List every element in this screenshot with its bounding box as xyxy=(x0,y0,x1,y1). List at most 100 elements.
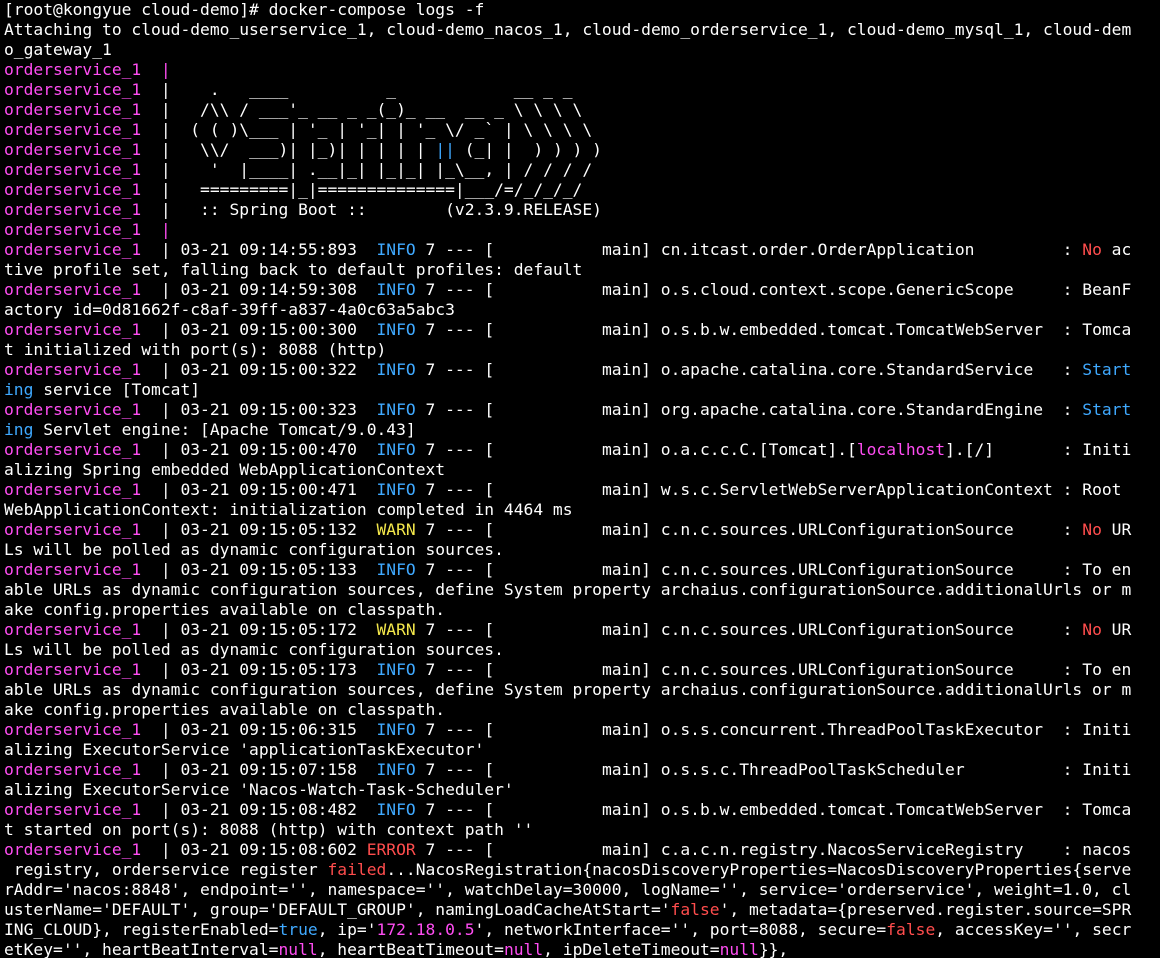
terminal-line: orderservice_1 | 03-21 09:15:00:323 INFO… xyxy=(4,400,1160,420)
terminal-text-segment: etKey='', heartBeatInterval= xyxy=(4,940,279,958)
terminal-text-segment: orderservice_1 xyxy=(4,480,161,499)
terminal-line: etKey='', heartBeatInterval=null, heartB… xyxy=(4,940,1160,958)
terminal-line: orderservice_1 | 03-21 09:15:05:172 WARN… xyxy=(4,620,1160,640)
terminal-text-segment: | 03-21 09:14:55:893 xyxy=(160,240,377,259)
terminal-text-segment: [root@kongyue cloud-demo]# docker-compos… xyxy=(4,0,485,19)
terminal-text-segment: ERROR xyxy=(366,840,416,859)
terminal-text-segment: | \\/ ___)| |_)| | | | | xyxy=(160,140,436,159)
terminal-text-segment: , accessKey='', secr xyxy=(935,920,1132,939)
terminal-output[interactable]: [root@kongyue cloud-demo]# docker-compos… xyxy=(0,0,1160,958)
terminal-text-segment: 172.18.0.5 xyxy=(376,920,475,939)
terminal-text-segment: able URLs as dynamic configuration sourc… xyxy=(4,680,1132,699)
terminal-text-segment: | 03-21 09:15:05:173 xyxy=(160,660,377,679)
terminal-text-segment: , ip=' xyxy=(317,920,377,939)
terminal-text-segment: ].[/] : Initi xyxy=(945,440,1132,459)
terminal-line: orderservice_1 | 03-21 09:15:00:300 INFO… xyxy=(4,320,1160,340)
terminal-text-segment: | ( ( )\___ | '_ | '_| | '_ \/ _` | \ \ … xyxy=(160,120,593,139)
terminal-line: orderservice_1 | ' |____| .__|_| |_|_| |… xyxy=(4,160,1160,180)
terminal-text-segment: able URLs as dynamic configuration sourc… xyxy=(4,580,1132,599)
terminal-text-segment: | 03-21 09:15:00:322 xyxy=(160,360,377,379)
terminal-text-segment: orderservice_1 xyxy=(4,280,161,299)
terminal-text-segment: ake config.properties available on class… xyxy=(4,700,446,719)
terminal-text-segment: No xyxy=(1082,620,1102,639)
terminal-text-segment: 7 --- [ main] cn.itcast.order.OrderAppli… xyxy=(415,240,1083,259)
terminal-line: orderservice_1 | 03-21 09:15:05:132 WARN… xyxy=(4,520,1160,540)
terminal-text-segment: orderservice_1 xyxy=(4,620,161,639)
terminal-text-segment: 7 --- [ main] c.n.c.sources.URLConfigura… xyxy=(415,520,1083,539)
terminal-line: tive profile set, falling back to defaul… xyxy=(4,260,1160,280)
terminal-text-segment: | ' |____| .__|_| |_|_| |_\__, | / / / / xyxy=(160,160,593,179)
terminal-text-segment: Start xyxy=(1082,400,1132,419)
terminal-text-segment: 7 --- [ main] o.s.s.concurrent.ThreadPoo… xyxy=(415,720,1132,739)
terminal-text-segment: | :: Spring Boot :: (v2.3.9.RELEASE) xyxy=(160,200,602,219)
terminal-text-segment: INFO xyxy=(376,240,416,259)
terminal-line: orderservice_1 | 03-21 09:15:06:315 INFO… xyxy=(4,720,1160,740)
terminal-text-segment: false xyxy=(670,900,720,919)
terminal-text-segment: orderservice_1 xyxy=(4,520,161,539)
terminal-text-segment: orderservice_1 xyxy=(4,360,161,379)
terminal-line: able URLs as dynamic configuration sourc… xyxy=(4,680,1160,700)
terminal-text-segment: WARN xyxy=(376,620,416,639)
terminal-text-segment: orderservice_1 xyxy=(4,80,161,99)
terminal-text-segment: Start xyxy=(1082,360,1132,379)
terminal-text-segment: | 03-21 09:15:00:323 xyxy=(160,400,377,419)
terminal-line: usterName='DEFAULT', group='DEFAULT_GROU… xyxy=(4,900,1160,920)
terminal-text-segment: UR xyxy=(1101,620,1132,639)
terminal-text-segment: INFO xyxy=(376,800,416,819)
terminal-text-segment: Ls will be polled as dynamic configurati… xyxy=(4,540,504,559)
terminal-line: able URLs as dynamic configuration sourc… xyxy=(4,580,1160,600)
terminal-line: orderservice_1 | 03-21 09:14:59:308 INFO… xyxy=(4,280,1160,300)
terminal-text-segment: 7 --- [ main] o.s.b.w.embedded.tomcat.To… xyxy=(415,800,1132,819)
terminal-line: orderservice_1 | 03-21 09:15:08:482 INFO… xyxy=(4,800,1160,820)
terminal-text-segment: | . ____ _ __ _ _ xyxy=(160,80,573,99)
terminal-text-segment: actory id=0d81662f-c8af-39ff-a837-4a0c63… xyxy=(4,300,455,319)
terminal-line: rAddr='nacos:8848', endpoint='', namespa… xyxy=(4,880,1160,900)
terminal-text-segment: service [Tomcat] xyxy=(33,380,201,399)
terminal-text-segment: orderservice_1 xyxy=(4,160,161,179)
terminal-text-segment: WARN xyxy=(376,520,416,539)
terminal-line: t initialized with port(s): 8088 (http) xyxy=(4,340,1160,360)
terminal-text-segment: || xyxy=(435,140,455,159)
terminal-text-segment: o_gateway_1 xyxy=(4,40,112,59)
terminal-line: orderservice_1 | 03-21 09:15:00:471 INFO… xyxy=(4,480,1160,500)
terminal-text-segment: 7 --- [ main] o.s.cloud.context.scope.Ge… xyxy=(415,280,1132,299)
terminal-line: [root@kongyue cloud-demo]# docker-compos… xyxy=(4,0,1160,20)
terminal-text-segment: | 03-21 09:15:07:158 xyxy=(160,760,377,779)
terminal-text-segment: ing xyxy=(4,420,34,439)
terminal-text-segment: 7 --- [ main] c.n.c.sources.URLConfigura… xyxy=(415,660,1132,679)
terminal-line: Ls will be polled as dynamic configurati… xyxy=(4,540,1160,560)
terminal-text-segment: INFO xyxy=(376,660,416,679)
terminal-text-segment: No xyxy=(1082,520,1102,539)
terminal-line: orderservice_1 | xyxy=(4,60,1160,80)
terminal-text-segment: orderservice_1 xyxy=(4,100,161,119)
terminal-text-segment: | 03-21 09:15:05:133 xyxy=(160,560,377,579)
terminal-text-segment: Attaching to cloud-demo_userservice_1, c… xyxy=(4,20,1132,39)
terminal-text-segment: 7 --- [ main] o.apache.catalina.core.Sta… xyxy=(415,360,1083,379)
terminal-line: Ls will be polled as dynamic configurati… xyxy=(4,640,1160,660)
terminal-text-segment: ...NacosRegistration{nacosDiscoveryPrope… xyxy=(386,860,1132,879)
terminal-text-segment: orderservice_1 xyxy=(4,800,161,819)
terminal-line: o_gateway_1 xyxy=(4,40,1160,60)
terminal-text-segment: | 03-21 09:15:08:602 xyxy=(160,840,367,859)
terminal-line: orderservice_1 | 03-21 09:14:55:893 INFO… xyxy=(4,240,1160,260)
terminal-line: orderservice_1 | 03-21 09:15:00:322 INFO… xyxy=(4,360,1160,380)
terminal-text-segment: orderservice_1 xyxy=(4,200,161,219)
terminal-line: registry, orderservice register failed..… xyxy=(4,860,1160,880)
terminal-line: WebApplicationContext: initialization co… xyxy=(4,500,1160,520)
terminal-text-segment: INFO xyxy=(376,320,416,339)
terminal-line: t started on port(s): 8088 (http) with c… xyxy=(4,820,1160,840)
terminal-text-segment: No xyxy=(1082,240,1102,259)
terminal-text-segment: orderservice_1 xyxy=(4,720,161,739)
terminal-text-segment: orderservice_1 xyxy=(4,240,161,259)
terminal-text-segment: ake config.properties available on class… xyxy=(4,600,446,619)
terminal-line: orderservice_1 | ( ( )\___ | '_ | '_| | … xyxy=(4,120,1160,140)
terminal-text-segment: null xyxy=(503,940,544,958)
terminal-text-segment: | 03-21 09:15:06:315 xyxy=(160,720,377,739)
terminal-text-segment: INFO xyxy=(376,360,416,379)
terminal-text-segment: t initialized with port(s): 8088 (http) xyxy=(4,340,387,359)
terminal-text-segment: null xyxy=(719,940,759,958)
terminal-text-segment: | 03-21 09:15:05:132 xyxy=(160,520,377,539)
terminal-text-segment: alizing ExecutorService 'Nacos-Watch-Tas… xyxy=(4,780,514,799)
terminal-line: ing service [Tomcat] xyxy=(4,380,1160,400)
terminal-text-segment: orderservice_1 xyxy=(4,760,161,779)
